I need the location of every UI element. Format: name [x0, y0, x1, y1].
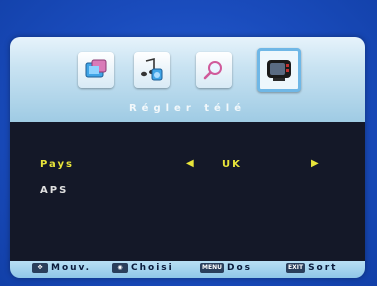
menu-key-icon: MENU [200, 263, 224, 273]
picture-icon [85, 59, 107, 78]
search-tab[interactable] [196, 52, 232, 88]
menu-tab-bar: Régler télé [10, 37, 365, 122]
aps-row[interactable]: APS [10, 185, 365, 201]
back-hint: MENU Dos [200, 263, 252, 273]
move-hint: ✥ Mouv. [32, 263, 91, 273]
country-row[interactable]: Pays ◀ UK ▶ [10, 158, 365, 175]
tv-icon [267, 60, 291, 81]
tv-settings-tab[interactable] [257, 48, 301, 92]
ok-key-icon: ◉ [112, 263, 128, 273]
music-icon [141, 57, 163, 81]
aps-label: APS [40, 185, 69, 196]
country-label: Pays [40, 159, 74, 170]
tv-setup-menu: Régler télé Pays ◀ UK ▶ APS ✥ Mouv. ◉ Ch… [10, 37, 365, 278]
select-hint: ◉ Choisi [112, 263, 174, 273]
settings-list: Pays ◀ UK ▶ APS [10, 122, 365, 261]
exit-hint-label: Sort [308, 263, 338, 273]
exit-key-icon: EXIT [286, 263, 306, 273]
select-hint-label: Choisi [131, 263, 174, 273]
audio-settings-tab[interactable] [134, 52, 170, 88]
back-hint-label: Dos [226, 263, 252, 273]
dpad-icon: ✥ [32, 263, 48, 273]
section-title: Régler télé [128, 103, 247, 114]
right-arrow-icon[interactable]: ▶ [311, 158, 319, 169]
move-hint-label: Mouv. [51, 263, 92, 273]
picture-settings-tab[interactable] [78, 52, 114, 88]
key-hint-bar: ✥ Mouv. ◉ Choisi MENU Dos EXIT Sort [10, 261, 365, 278]
left-arrow-icon[interactable]: ◀ [186, 158, 194, 169]
country-value: UK [222, 159, 242, 170]
magnifier-icon [203, 61, 222, 80]
exit-hint: EXIT Sort [286, 263, 337, 273]
